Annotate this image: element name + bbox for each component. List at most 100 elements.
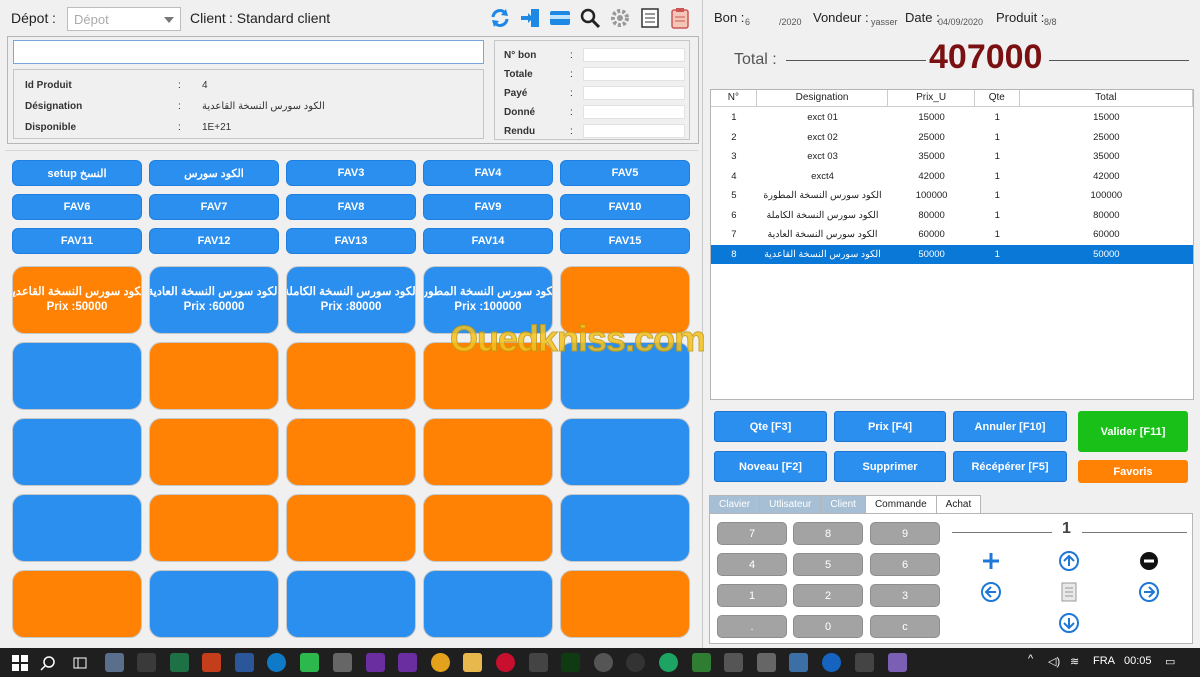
visual-studio-icon[interactable] [366, 653, 385, 672]
clock[interactable]: 00:05 [1124, 655, 1152, 667]
keypad-key[interactable]: c [870, 615, 940, 638]
visual-studio-icon[interactable] [398, 653, 417, 672]
app-icon[interactable] [626, 653, 645, 672]
product-button[interactable]: الكود سورس النسخة العادية Prix :60000 [149, 266, 279, 334]
search-icon[interactable] [38, 653, 57, 672]
fav-button[interactable]: FAV6 [12, 194, 142, 220]
card-icon[interactable] [548, 6, 572, 30]
keypad-key[interactable]: . [717, 615, 787, 638]
chrome-icon[interactable] [431, 653, 450, 672]
fav-button[interactable]: FAV4 [423, 160, 553, 186]
word-icon[interactable] [235, 653, 254, 672]
task-view-icon[interactable] [70, 653, 89, 672]
keypad-key[interactable]: 7 [717, 522, 787, 545]
sales-table[interactable]: N° Designation Prix_U Qte Total 1 exct 01… [710, 89, 1194, 400]
fav-button[interactable]: FAV3 [286, 160, 416, 186]
keypad-key[interactable]: 1 [717, 584, 787, 607]
app-icon[interactable] [822, 653, 841, 672]
product-button[interactable] [149, 342, 279, 410]
language-indicator[interactable]: FRA [1093, 655, 1115, 667]
product-button[interactable] [149, 418, 279, 486]
app-icon[interactable] [659, 653, 678, 672]
product-button[interactable] [286, 570, 416, 638]
minus-icon[interactable] [1138, 550, 1160, 572]
gear-icon[interactable] [608, 6, 632, 30]
app-icon[interactable] [888, 653, 907, 672]
fav-button[interactable]: FAV8 [286, 194, 416, 220]
column-header[interactable]: Qte [975, 90, 1020, 106]
table-row[interactable]: 6 الكود سورس النسخة الكاملة 80000 1 80000 [711, 206, 1193, 225]
product-button[interactable] [560, 418, 690, 486]
product-button[interactable] [560, 266, 690, 334]
column-header[interactable]: Designation [757, 90, 889, 106]
product-button[interactable] [286, 342, 416, 410]
import-icon[interactable] [518, 6, 542, 30]
product-button[interactable] [149, 570, 279, 638]
product-button[interactable] [12, 494, 142, 562]
paye-field[interactable] [583, 86, 685, 100]
fav-button[interactable]: setup النسخ [12, 160, 142, 186]
keypad-key[interactable]: 5 [793, 553, 863, 576]
app-icon[interactable] [855, 653, 874, 672]
arrow-right-icon[interactable] [1138, 581, 1160, 603]
app-icon[interactable] [789, 653, 808, 672]
keypad-key[interactable]: 8 [793, 522, 863, 545]
donne-field[interactable] [583, 105, 685, 119]
table-row[interactable]: 5 الكود سورس النسخة المطورة 100000 1 100000 [711, 186, 1193, 205]
plus-icon[interactable] [980, 550, 1002, 572]
product-button[interactable] [423, 570, 553, 638]
search-icon[interactable] [578, 6, 602, 30]
app-icon[interactable] [496, 653, 515, 672]
app-icon[interactable] [594, 653, 613, 672]
refresh-icon[interactable] [488, 6, 512, 30]
depot-select[interactable]: Dépot [67, 7, 181, 31]
table-row[interactable]: 1 exct 01 15000 1 15000 [711, 108, 1193, 127]
document-icon[interactable] [638, 6, 662, 30]
nouveau-button[interactable]: Noveau [F2] [714, 451, 827, 482]
list-icon[interactable] [1058, 581, 1080, 603]
column-header[interactable]: Total [1020, 90, 1193, 106]
excel-icon[interactable] [170, 653, 189, 672]
powerpoint-icon[interactable] [202, 653, 221, 672]
table-row[interactable]: 8 الكود سورس النسخة القاعدية 50000 1 50000 [711, 244, 1193, 264]
column-header[interactable]: Prix_U [888, 90, 975, 106]
app-icon[interactable] [300, 653, 319, 672]
supprimer-button[interactable]: Supprimer [834, 451, 946, 482]
product-button[interactable]: الكود سورس النسخة القاعدية Prix :50000 [12, 266, 142, 334]
volume-icon[interactable]: ◁) [1048, 655, 1060, 668]
app-icon[interactable] [137, 653, 156, 672]
windows-start-icon[interactable] [10, 653, 29, 672]
fav-button[interactable]: FAV10 [560, 194, 690, 220]
fav-button[interactable]: FAV14 [423, 228, 553, 254]
app-icon[interactable] [105, 653, 124, 672]
product-button[interactable] [560, 494, 690, 562]
fav-button[interactable]: FAV13 [286, 228, 416, 254]
prix-button[interactable]: Prix [F4] [834, 411, 946, 442]
recuperer-button[interactable]: Récépérer [F5] [953, 451, 1067, 482]
product-button[interactable]: الكود سورس النسخة الكاملة Prix :80000 [286, 266, 416, 334]
product-button[interactable] [286, 418, 416, 486]
product-button[interactable] [12, 570, 142, 638]
app-icon[interactable] [724, 653, 743, 672]
product-button[interactable] [12, 342, 142, 410]
keypad-key[interactable]: 6 [870, 553, 940, 576]
keypad-key[interactable]: 2 [793, 584, 863, 607]
chevron-up-icon[interactable]: ^ [1028, 653, 1033, 665]
wifi-icon[interactable]: ≋ [1070, 655, 1079, 668]
column-header[interactable]: N° [711, 90, 757, 106]
table-row[interactable]: 2 exct 02 25000 1 25000 [711, 128, 1193, 147]
product-button[interactable] [149, 494, 279, 562]
folder-icon[interactable] [463, 653, 482, 672]
fav-button[interactable]: FAV15 [560, 228, 690, 254]
table-row[interactable]: 4 exct4 42000 1 42000 [711, 167, 1193, 186]
table-row[interactable]: 7 الكود سورس النسخة العادية 60000 1 60000 [711, 225, 1193, 244]
product-button[interactable] [560, 342, 690, 410]
product-button[interactable]: الكود سورس النسخة المطورة Prix :100000 [423, 266, 553, 334]
dreamweaver-icon[interactable] [561, 653, 580, 672]
app-icon[interactable] [692, 653, 711, 672]
tab-clavier[interactable]: Clavier [709, 495, 761, 514]
app-icon[interactable] [333, 653, 352, 672]
annuler-button[interactable]: Annuler [F10] [953, 411, 1067, 442]
table-row[interactable]: 3 exct 03 35000 1 35000 [711, 147, 1193, 166]
qte-button[interactable]: Qte [F3] [714, 411, 827, 442]
